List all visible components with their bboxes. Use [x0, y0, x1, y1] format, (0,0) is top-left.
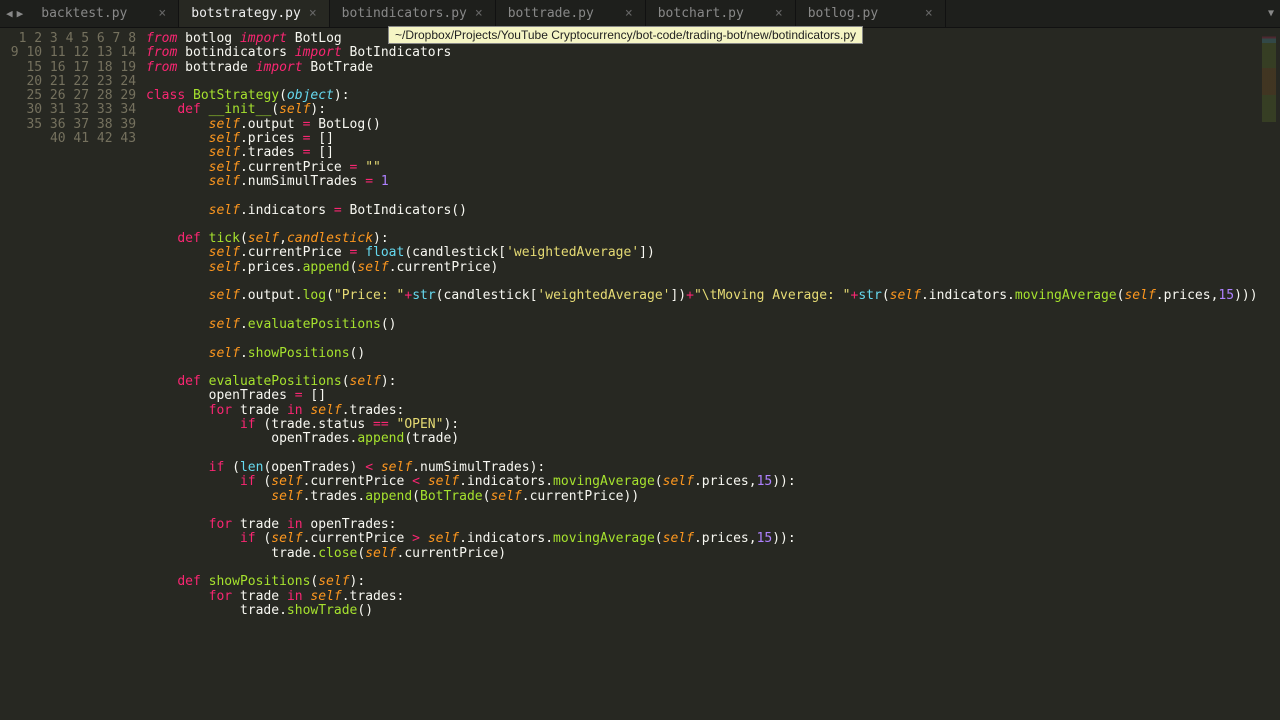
code-line: for trade in self.trades: [146, 404, 1258, 418]
tab-botchart-py[interactable]: botchart.py× [646, 0, 796, 27]
close-icon[interactable]: × [767, 6, 783, 21]
code-line: for trade in self.trades: [146, 590, 1258, 604]
code-line [146, 561, 1258, 575]
minimap[interactable] [1258, 28, 1280, 720]
code-line: openTrades = [] [146, 389, 1258, 403]
code-line: trade.close(self.currentPrice) [146, 547, 1258, 561]
code-line: for trade in openTrades: [146, 518, 1258, 532]
file-path-tooltip: ~/Dropbox/Projects/YouTube Cryptocurrenc… [388, 26, 863, 44]
code-line: def evaluatePositions(self): [146, 375, 1258, 389]
minimap-content [1262, 32, 1276, 122]
nav-forward-icon[interactable]: ▶ [15, 7, 26, 20]
code-line: if (len(openTrades) < self.numSimulTrade… [146, 461, 1258, 475]
nav-arrows: ◀ ▶ [0, 0, 29, 27]
tab-label: botstrategy.py [191, 6, 301, 21]
code-editor[interactable]: from botlog import BotLogfrom botindicat… [146, 28, 1258, 720]
code-line [146, 75, 1258, 89]
code-line [146, 618, 1258, 632]
nav-back-icon[interactable]: ◀ [4, 7, 15, 20]
code-line: self.trades = [] [146, 146, 1258, 160]
code-line: self.output = BotLog() [146, 118, 1258, 132]
code-line [146, 275, 1258, 289]
tab-botlog-py[interactable]: botlog.py× [796, 0, 946, 27]
tab-bar: ◀ ▶ backtest.py×botstrategy.py×botindica… [0, 0, 1280, 28]
close-icon[interactable]: × [150, 6, 166, 21]
tab-label: botindicators.py [342, 6, 467, 21]
code-line [146, 504, 1258, 518]
editor-container: 1 2 3 4 5 6 7 8 9 10 11 12 13 14 15 16 1… [0, 28, 1280, 720]
code-line: if (self.currentPrice > self.indicators.… [146, 532, 1258, 546]
code-line: def __init__(self): [146, 103, 1258, 117]
code-line: self.evaluatePositions() [146, 318, 1258, 332]
code-line: class BotStrategy(object): [146, 89, 1258, 103]
code-line: from bottrade import BotTrade [146, 61, 1258, 75]
code-line: self.output.log("Price: "+str(candlestic… [146, 289, 1258, 303]
tab-bottrade-py[interactable]: bottrade.py× [496, 0, 646, 27]
code-line [146, 304, 1258, 318]
tab-botstrategy-py[interactable]: botstrategy.py× [179, 0, 329, 27]
code-line [146, 189, 1258, 203]
code-line: def showPositions(self): [146, 575, 1258, 589]
code-line: self.indicators = BotIndicators() [146, 204, 1258, 218]
code-line: if (self.currentPrice < self.indicators.… [146, 475, 1258, 489]
tab-label: backtest.py [41, 6, 150, 21]
code-line: openTrades.append(trade) [146, 432, 1258, 446]
tab-label: botlog.py [808, 6, 917, 21]
code-line [146, 218, 1258, 232]
code-line: trade.showTrade() [146, 604, 1258, 618]
close-icon[interactable]: × [917, 6, 933, 21]
tab-label: botchart.py [658, 6, 767, 21]
tab-dropdown-icon[interactable]: ▼ [1262, 0, 1280, 27]
close-icon[interactable]: × [301, 6, 317, 21]
code-line: from botindicators import BotIndicators [146, 46, 1258, 60]
line-number-gutter: 1 2 3 4 5 6 7 8 9 10 11 12 13 14 15 16 1… [0, 28, 146, 720]
tab-botindicators-py[interactable]: botindicators.py× [330, 0, 496, 27]
code-line: self.currentPrice = float(candlestick['w… [146, 246, 1258, 260]
code-line: def tick(self,candlestick): [146, 232, 1258, 246]
code-line: self.prices.append(self.currentPrice) [146, 261, 1258, 275]
code-line: self.prices = [] [146, 132, 1258, 146]
code-line: if (trade.status == "OPEN"): [146, 418, 1258, 432]
close-icon[interactable]: × [467, 6, 483, 21]
code-line: self.trades.append(BotTrade(self.current… [146, 490, 1258, 504]
code-line [146, 632, 1258, 646]
tab-label: bottrade.py [508, 6, 617, 21]
tab-backtest-py[interactable]: backtest.py× [29, 0, 179, 27]
close-icon[interactable]: × [617, 6, 633, 21]
code-line [146, 361, 1258, 375]
code-line [146, 332, 1258, 346]
code-line [146, 447, 1258, 461]
code-line: self.showPositions() [146, 347, 1258, 361]
code-line: self.numSimulTrades = 1 [146, 175, 1258, 189]
code-line: self.currentPrice = "" [146, 161, 1258, 175]
